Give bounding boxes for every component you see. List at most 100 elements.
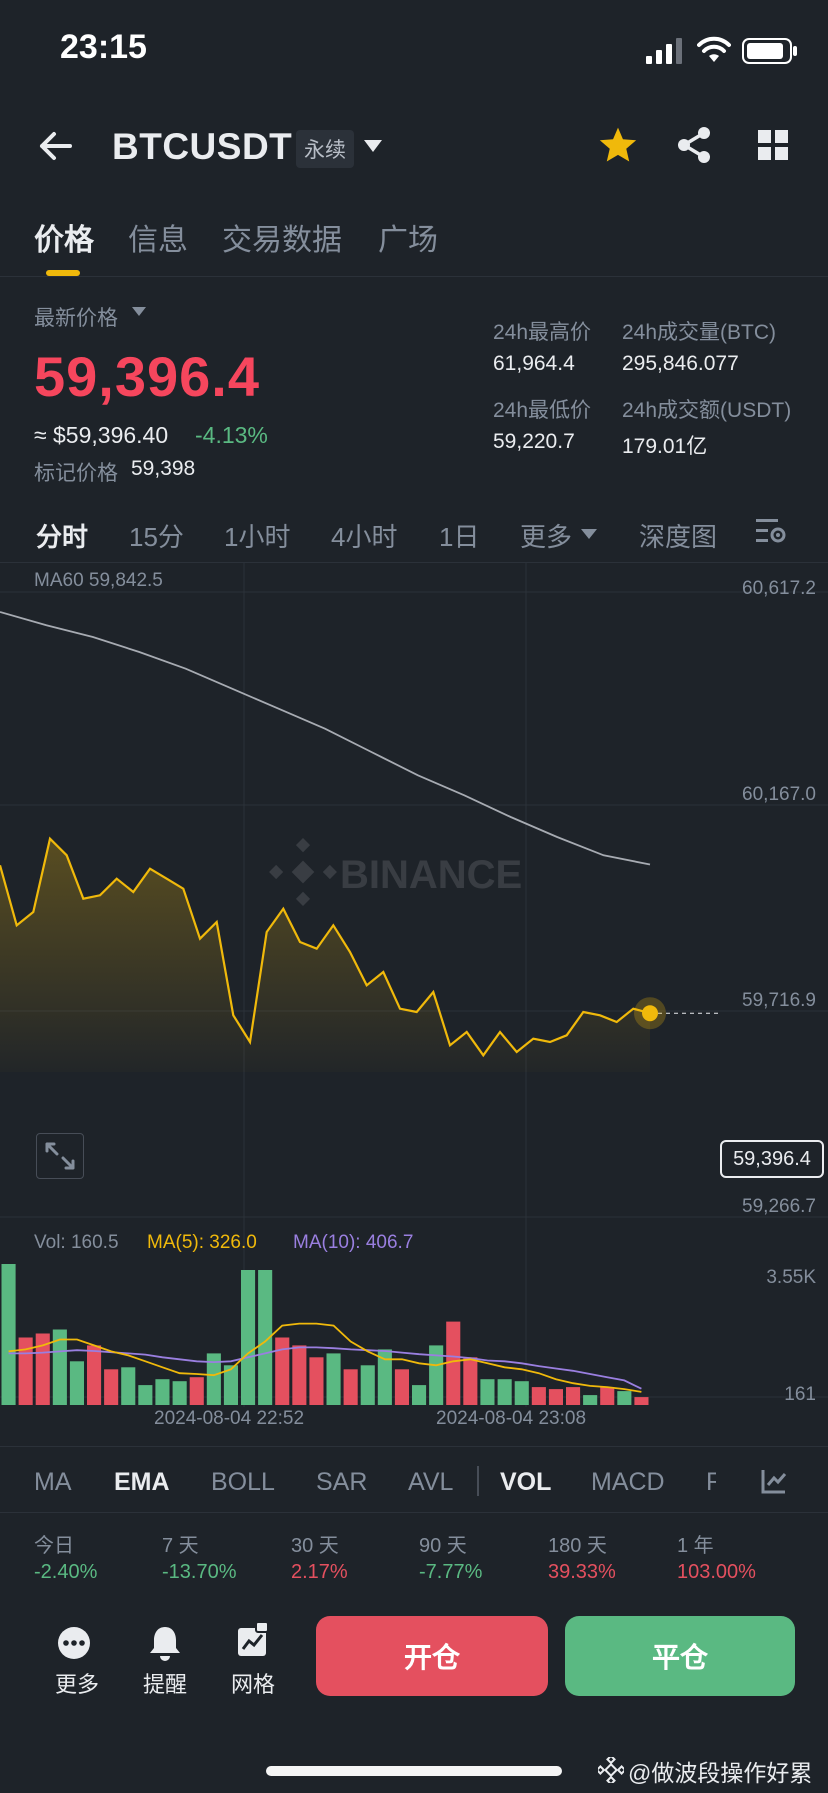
interval-timeline[interactable]: 分时 xyxy=(36,517,88,554)
mark-price-label: 标记价格 xyxy=(34,462,118,485)
tab-price[interactable]: 价格 xyxy=(34,215,94,259)
more-button[interactable] xyxy=(56,1625,98,1667)
indicator-vol[interactable]: VOL xyxy=(500,1468,551,1497)
interval-1d[interactable]: 1日 xyxy=(439,517,479,554)
grid-menu-icon[interactable] xyxy=(758,130,788,160)
active-tab-indicator xyxy=(46,270,80,276)
grid-bot-label[interactable]: 网格 xyxy=(231,1667,275,1699)
volume-bar xyxy=(138,1385,153,1405)
ma60-label: MA60 59,842.5 xyxy=(34,570,163,591)
volume-bar xyxy=(189,1377,204,1405)
status-bar: 23:15 xyxy=(0,0,828,100)
vol-tick-min: 161 xyxy=(784,1384,816,1405)
volume-bar xyxy=(309,1357,324,1405)
vol-usdt-label: 24h成交额(USDT) xyxy=(622,399,792,422)
user-watermark: @做波段操作好累 xyxy=(628,1760,813,1786)
perf-value-180d: 39.33% xyxy=(548,1561,616,1583)
tab-trading-data[interactable]: 交易数据 xyxy=(222,215,342,259)
tab-square[interactable]: 广场 xyxy=(378,215,438,259)
indicator-avl[interactable]: AVL xyxy=(408,1468,453,1497)
battery-icon xyxy=(742,38,797,64)
indicator-sar[interactable]: SAR xyxy=(316,1468,367,1497)
back-arrow-icon[interactable] xyxy=(36,126,76,166)
perf-period-90d: 90 天 xyxy=(419,1535,467,1557)
price-chart[interactable]: BINANCE xyxy=(0,562,828,1412)
weibo-diamond-icon xyxy=(598,1757,624,1783)
perf-period-7d: 7 天 xyxy=(162,1535,199,1557)
change-percent: -4.13% xyxy=(195,422,268,448)
status-time: 23:15 xyxy=(60,28,147,66)
watermark-text: BINANCE xyxy=(340,853,522,897)
symbol-dropdown-icon[interactable] xyxy=(364,140,382,152)
chart-settings-icon[interactable] xyxy=(756,517,786,545)
volume-bar xyxy=(360,1365,375,1405)
perf-period-30d: 30 天 xyxy=(291,1535,339,1557)
more-label[interactable]: 更多 xyxy=(55,1667,99,1699)
indicator-separator xyxy=(477,1466,479,1496)
top-bar: BTCUSDT 永续 xyxy=(0,110,828,180)
tab-info[interactable]: 信息 xyxy=(128,215,188,259)
interval-1h[interactable]: 1小时 xyxy=(224,517,290,554)
vol-btc-label: 24h成交量(BTC) xyxy=(622,321,777,344)
current-price-dot xyxy=(642,1005,658,1022)
indicator-boll[interactable]: BOLL xyxy=(211,1468,275,1497)
perf-period-today: 今日 xyxy=(34,1535,74,1557)
volume-bar xyxy=(1,1264,16,1405)
alert-button[interactable] xyxy=(148,1624,182,1667)
perf-value-1y: 103.00% xyxy=(677,1561,756,1583)
indicator-macd[interactable]: MACD xyxy=(591,1468,665,1497)
ma60-line xyxy=(0,611,651,866)
home-indicator[interactable] xyxy=(266,1766,562,1776)
vol-btc-value: 295,846.077 xyxy=(622,352,739,375)
favorite-star-icon[interactable] xyxy=(598,126,638,164)
volume-bar xyxy=(172,1381,187,1405)
volume-bar xyxy=(412,1385,427,1405)
last-price-label[interactable]: 最新价格 xyxy=(34,302,118,332)
volume-bar xyxy=(531,1387,546,1405)
symbol-title[interactable]: BTCUSDT xyxy=(112,126,292,168)
alert-label[interactable]: 提醒 xyxy=(143,1667,187,1699)
open-position-button[interactable]: 开仓 xyxy=(316,1616,548,1696)
vol-usdt-value: 179.01亿 xyxy=(622,435,708,458)
indicator-settings-icon[interactable] xyxy=(760,1467,788,1495)
interval-more[interactable]: 更多 xyxy=(520,517,572,554)
expand-chart-button[interactable] xyxy=(36,1133,84,1179)
perf-value-30d: 2.17% xyxy=(291,1561,348,1583)
more-dots-icon xyxy=(58,1627,90,1659)
volume-ma10-line xyxy=(8,1346,642,1390)
y-tick-2: 60,167.0 xyxy=(742,784,816,805)
volume-bar xyxy=(104,1369,119,1405)
mark-price-value: 59,398 xyxy=(131,457,196,480)
volume-bar xyxy=(566,1387,581,1405)
volume-ma5-line xyxy=(8,1322,642,1393)
current-price-tag: 59,396.4 xyxy=(720,1140,824,1178)
vol-label: Vol: 160.5 xyxy=(34,1232,119,1253)
interval-4h[interactable]: 4小时 xyxy=(331,517,397,554)
indicator-ma[interactable]: MA xyxy=(34,1468,72,1497)
last-price-dropdown-icon[interactable] xyxy=(132,307,146,316)
volume-bar xyxy=(514,1381,529,1405)
indicator-r[interactable]: R xyxy=(706,1468,716,1497)
high-24h-label: 24h最高价 xyxy=(493,321,592,344)
interval-15m[interactable]: 15分 xyxy=(129,517,184,554)
bell-icon xyxy=(150,1627,180,1661)
low-24h-value: 59,220.7 xyxy=(493,430,575,453)
low-24h-label: 24h最低价 xyxy=(493,399,592,422)
share-icon[interactable] xyxy=(676,126,712,164)
perf-value-90d: -7.77% xyxy=(419,1561,483,1583)
volume-bar xyxy=(617,1391,632,1405)
volume-bar xyxy=(497,1379,512,1405)
volume-bar xyxy=(600,1387,615,1405)
vol-ma10-label: MA(10): 406.7 xyxy=(293,1232,414,1253)
grid-bot-button[interactable] xyxy=(236,1621,270,1665)
contract-type-badge: 永续 xyxy=(296,130,354,168)
volume-bar xyxy=(463,1357,478,1405)
last-price: 59,396.4 xyxy=(34,345,260,408)
close-position-button[interactable]: 平仓 xyxy=(565,1616,795,1696)
vol-ma5-label: MA(5): 326.0 xyxy=(147,1232,257,1253)
interval-more-dropdown-icon[interactable] xyxy=(581,529,597,539)
volume-bar xyxy=(241,1270,256,1405)
interval-depth[interactable]: 深度图 xyxy=(639,517,717,554)
y-tick-1: 60,617.2 xyxy=(742,578,816,599)
indicator-ema[interactable]: EMA xyxy=(114,1468,170,1497)
